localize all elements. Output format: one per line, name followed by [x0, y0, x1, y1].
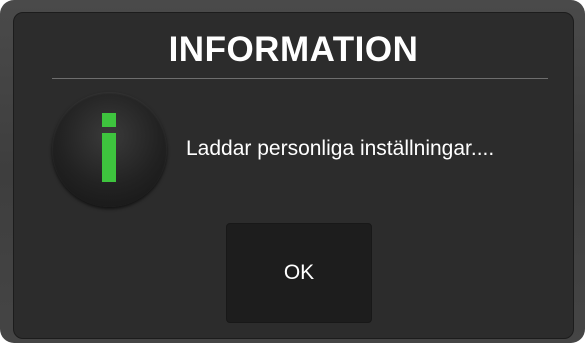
ok-button[interactable]: OK — [226, 223, 372, 323]
title-divider — [52, 78, 548, 79]
information-dialog: INFORMATION Laddar personliga inställnin… — [13, 12, 574, 339]
dialog-message: Laddar personliga inställningar.... — [186, 137, 495, 160]
dialog-title: INFORMATION — [168, 30, 419, 69]
dialog-frame: INFORMATION Laddar personliga inställnin… — [0, 0, 585, 343]
info-icon — [52, 92, 167, 207]
